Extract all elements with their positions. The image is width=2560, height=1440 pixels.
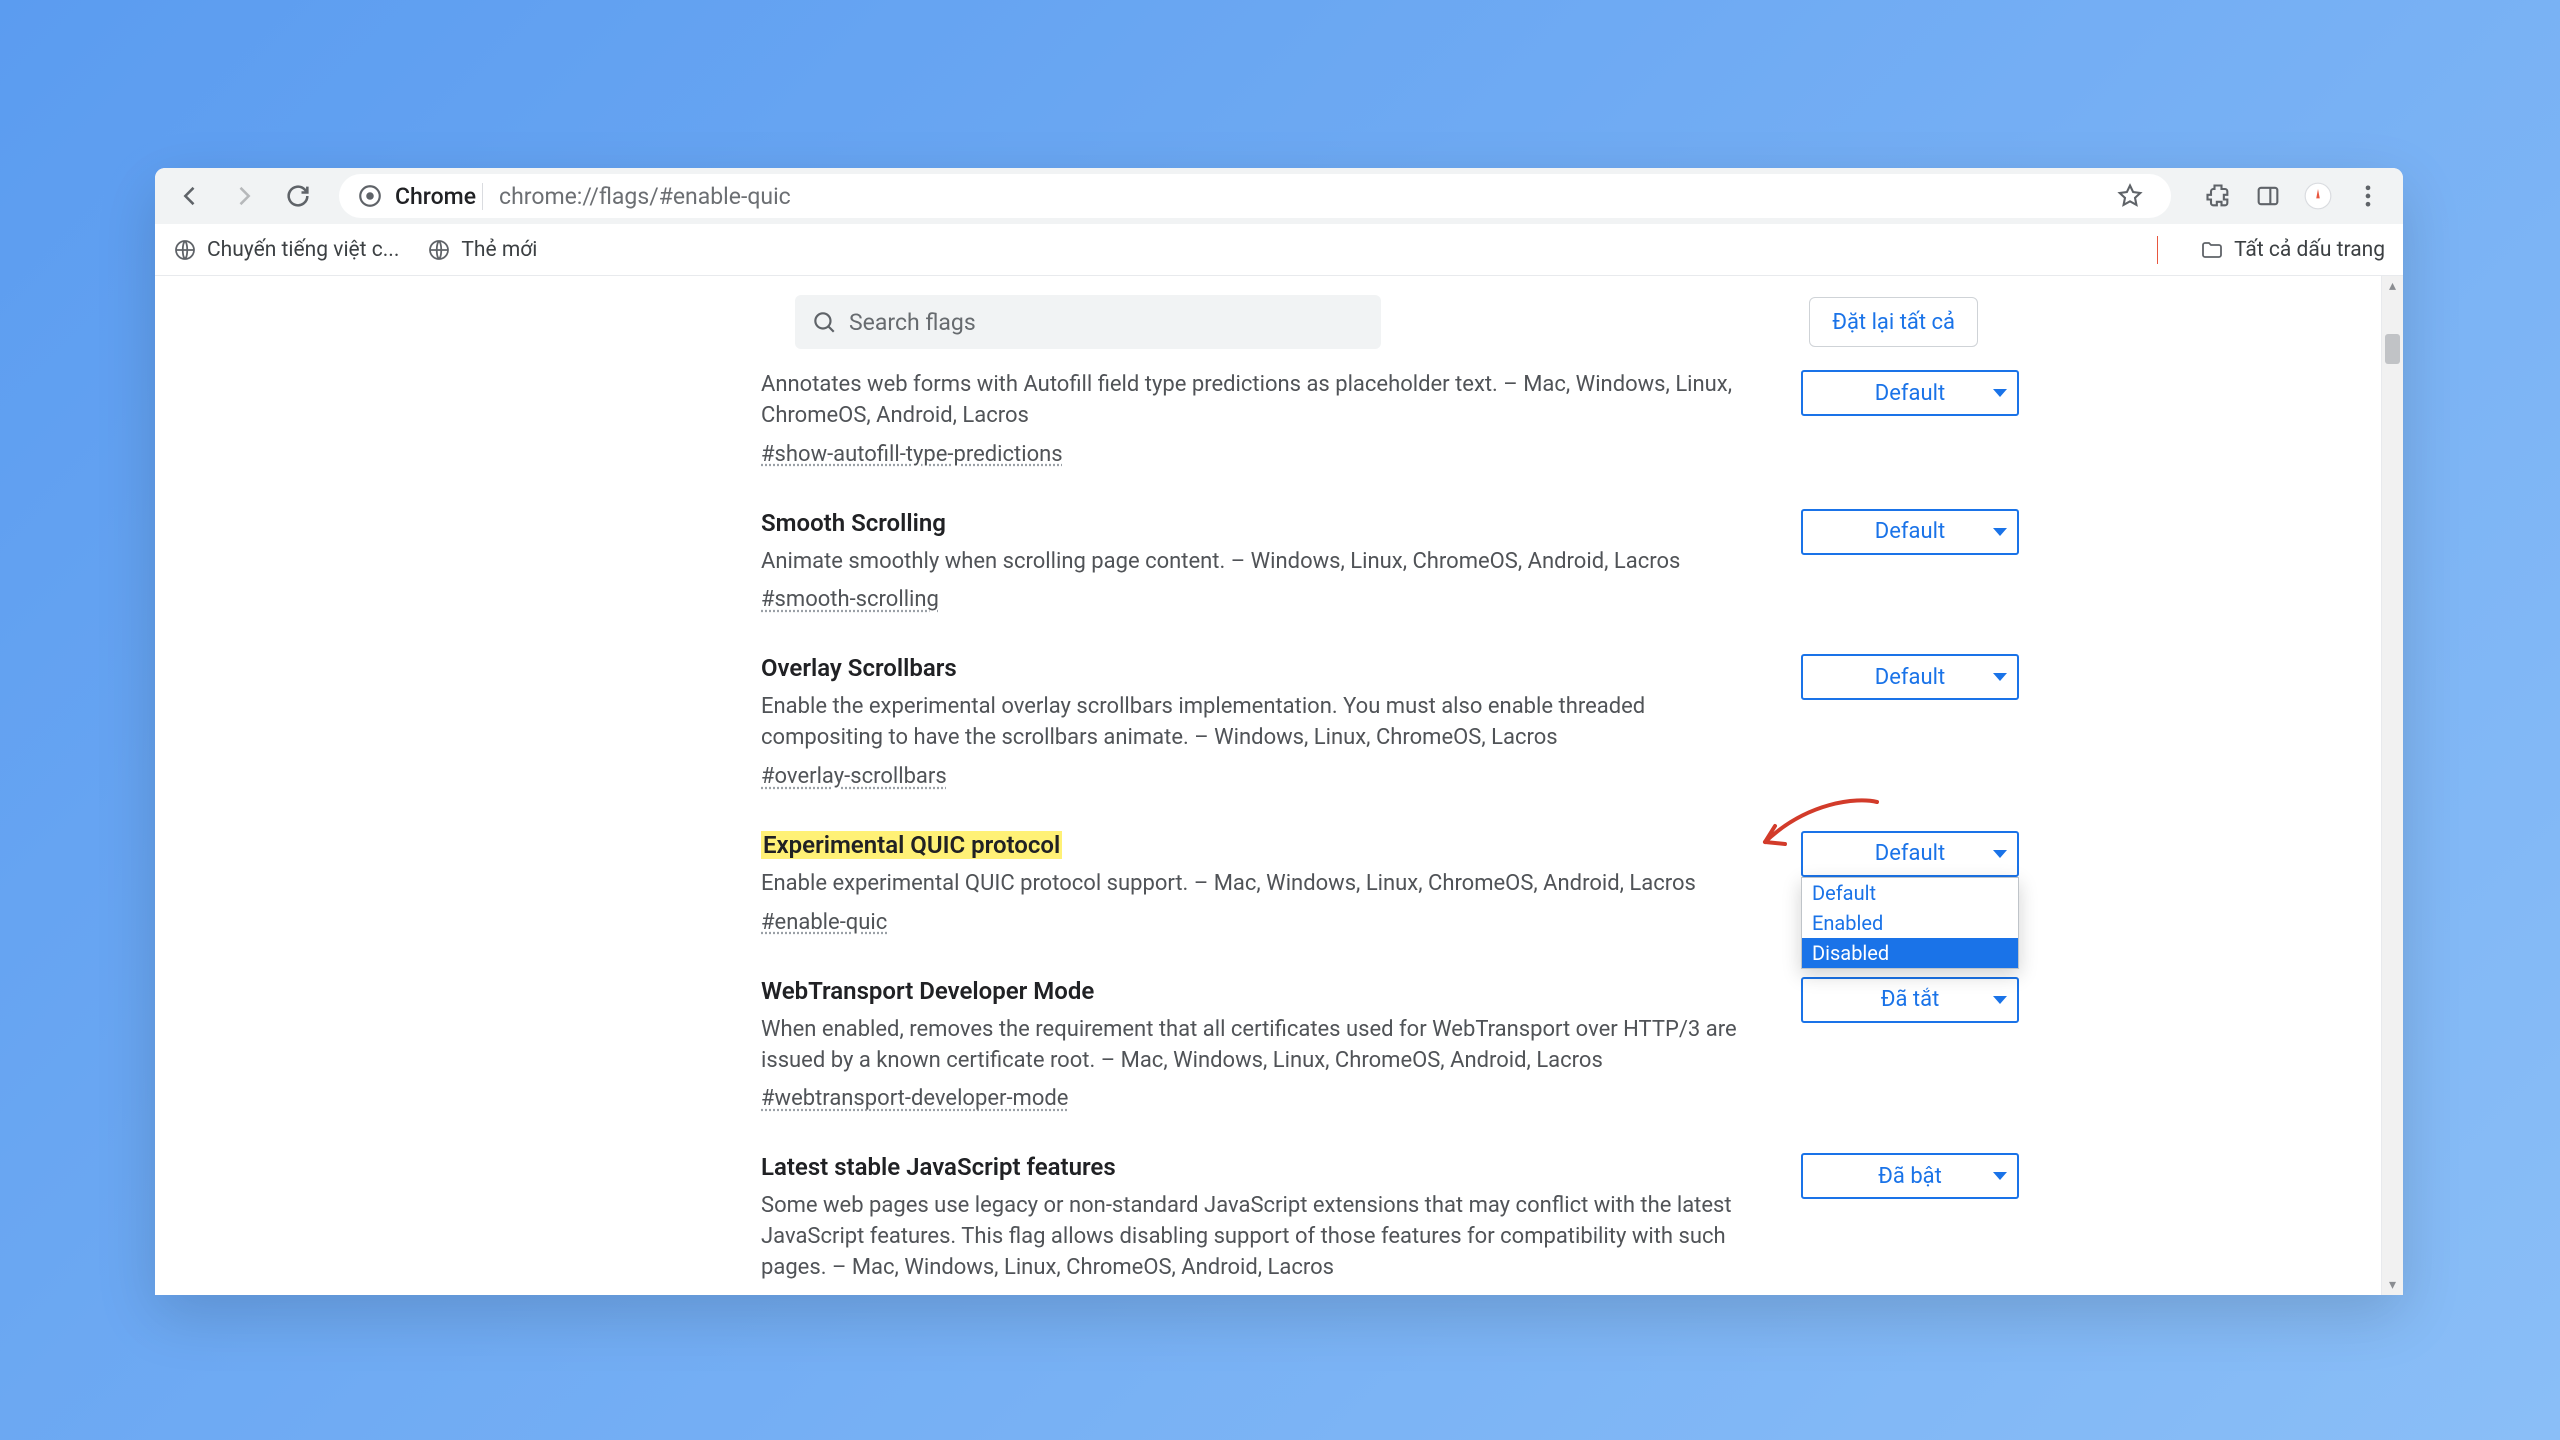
- flag-item-js-harmony: Latest stable JavaScript features Some w…: [761, 1153, 2021, 1295]
- vertical-scrollbar[interactable]: ▴ ▾: [2381, 276, 2403, 1295]
- flag-desc: Animate smoothly when scrolling page con…: [761, 547, 1761, 578]
- all-bookmarks-label: Tất cả dấu trang: [2234, 238, 2385, 262]
- flag-desc: Some web pages use legacy or non-standar…: [761, 1191, 1761, 1283]
- search-icon: [811, 309, 837, 335]
- bookmark-label: Chuyến tiếng việt c...: [207, 238, 399, 262]
- globe-icon: [173, 238, 197, 262]
- flag-anchor[interactable]: #smooth-scrolling: [761, 587, 939, 612]
- url-chip: Chrome: [395, 183, 483, 210]
- flag-select-options[interactable]: Default Enabled Disabled: [1801, 877, 2019, 969]
- site-icon: [357, 183, 383, 209]
- flag-desc: Enable experimental QUIC protocol suppor…: [761, 869, 1761, 900]
- flag-anchor[interactable]: #show-autofill-type-predictions: [761, 442, 1063, 467]
- flag-select-js-harmony[interactable]: Đã bật: [1801, 1153, 2019, 1199]
- reload-button[interactable]: [275, 173, 321, 219]
- flag-desc: Annotates web forms with Autofill field …: [761, 370, 1761, 432]
- back-button[interactable]: [167, 173, 213, 219]
- flags-list: Annotates web forms with Autofill field …: [761, 374, 2021, 1295]
- flag-desc: Enable the experimental overlay scrollba…: [761, 692, 1761, 754]
- side-panel-icon[interactable]: [2245, 173, 2291, 219]
- flag-select-value: Đã bật: [1878, 1164, 1942, 1189]
- star-icon[interactable]: [2107, 173, 2153, 219]
- flag-item-autofill-predictions: Annotates web forms with Autofill field …: [761, 370, 2021, 467]
- flag-title: Experimental QUIC protocol: [761, 831, 1062, 859]
- forward-button[interactable]: [221, 173, 267, 219]
- flag-item-webtransport-dev: WebTransport Developer Mode When enabled…: [761, 977, 2021, 1112]
- flag-select-overlay-scrollbars[interactable]: Default: [1801, 654, 2019, 700]
- search-placeholder: Search flags: [849, 309, 976, 336]
- menu-icon[interactable]: [2345, 173, 2391, 219]
- flag-select-value: Default: [1875, 381, 1945, 406]
- all-bookmarks-button[interactable]: Tất cả dấu trang: [2200, 238, 2385, 262]
- flag-title: Overlay Scrollbars: [761, 654, 1761, 682]
- search-flags-input[interactable]: Search flags: [795, 295, 1381, 349]
- page-content: Search flags Đặt lại tất cả Annotates we…: [155, 276, 2403, 1295]
- flag-title: Smooth Scrolling: [761, 509, 1761, 537]
- bookmark-label: Thẻ mới: [461, 238, 537, 262]
- flag-desc: When enabled, removes the requirement th…: [761, 1015, 1761, 1077]
- bookmarks-separator: [2157, 236, 2158, 264]
- flag-title: Latest stable JavaScript features: [761, 1153, 1761, 1181]
- flag-title: WebTransport Developer Mode: [761, 977, 1761, 1005]
- flag-select-autofill[interactable]: Default: [1801, 370, 2019, 416]
- toolbar: Chrome chrome://flags/#enable-quic: [155, 168, 2403, 224]
- reset-all-label: Đặt lại tất cả: [1832, 310, 1955, 335]
- flag-select-smooth-scrolling[interactable]: Default: [1801, 509, 2019, 555]
- flag-select-value: Default: [1875, 841, 1945, 866]
- bookmark-item-2[interactable]: Thẻ mới: [427, 238, 537, 262]
- flag-select-value: Đã tắt: [1881, 987, 1940, 1012]
- option-enabled[interactable]: Enabled: [1802, 908, 2018, 938]
- flag-select-enable-quic[interactable]: Default: [1801, 831, 2019, 877]
- flags-search-row: Search flags Đặt lại tất cả: [155, 292, 2381, 352]
- scroll-thumb[interactable]: [2385, 334, 2400, 364]
- extensions-icon[interactable]: [2195, 173, 2241, 219]
- url-text: chrome://flags/#enable-quic: [499, 183, 791, 210]
- profile-icon[interactable]: [2295, 173, 2341, 219]
- browser-window: Chrome chrome://flags/#enable-quic: [155, 168, 2403, 1295]
- globe-icon: [427, 238, 451, 262]
- flag-select-value: Default: [1875, 519, 1945, 544]
- bookmarks-bar: Chuyến tiếng việt c... Thẻ mới Tất cả dấ…: [155, 224, 2403, 276]
- scroll-up-icon[interactable]: ▴: [2382, 276, 2403, 296]
- flag-select-webtransport[interactable]: Đã tắt: [1801, 977, 2019, 1023]
- flag-select-value: Default: [1875, 665, 1945, 690]
- option-disabled[interactable]: Disabled: [1802, 938, 2018, 968]
- flag-item-overlay-scrollbars: Overlay Scrollbars Enable the experiment…: [761, 654, 2021, 789]
- flag-anchor[interactable]: #disable-javascript-harmony-shipping: [761, 1294, 1127, 1295]
- flag-anchor[interactable]: #enable-quic: [761, 910, 887, 935]
- flag-anchor[interactable]: #webtransport-developer-mode: [761, 1086, 1068, 1111]
- scroll-down-icon[interactable]: ▾: [2382, 1275, 2403, 1295]
- address-bar[interactable]: Chrome chrome://flags/#enable-quic: [339, 174, 2171, 218]
- option-default[interactable]: Default: [1802, 878, 2018, 908]
- flag-anchor[interactable]: #overlay-scrollbars: [761, 764, 947, 789]
- flag-item-enable-quic: Experimental QUIC protocol Enable experi…: [761, 831, 2021, 935]
- reset-all-button[interactable]: Đặt lại tất cả: [1809, 297, 1978, 347]
- bookmark-item-1[interactable]: Chuyến tiếng việt c...: [173, 238, 399, 262]
- toolbar-right: [2195, 173, 2391, 219]
- flag-item-smooth-scrolling: Smooth Scrolling Animate smoothly when s…: [761, 509, 2021, 613]
- folder-icon: [2200, 238, 2224, 262]
- flag-select-wrapper: Default Default Enabled Disabled: [1801, 831, 2021, 877]
